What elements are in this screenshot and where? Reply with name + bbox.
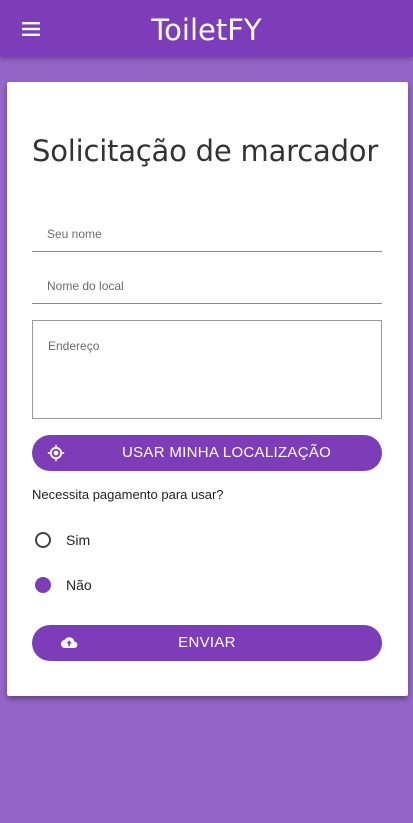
app-bar: ToiletFY <box>0 0 413 57</box>
address-field <box>32 320 382 419</box>
name-field <box>32 217 382 252</box>
place-name-input[interactable] <box>32 269 382 303</box>
form-title: Solicitação de marcador <box>32 134 379 168</box>
submit-button[interactable]: ENVIAR <box>32 625 382 661</box>
submit-label: ENVIAR <box>178 634 236 651</box>
use-my-location-button[interactable]: USAR MINHA LOCALIZAÇÃO <box>32 435 382 471</box>
radio-checked-icon[interactable] <box>35 577 51 593</box>
place-name-field <box>32 269 382 304</box>
payment-question: Necessita pagamento para usar? <box>32 487 224 502</box>
use-my-location-label: USAR MINHA LOCALIZAÇÃO <box>122 444 332 461</box>
radio-unchecked-icon[interactable] <box>35 532 51 548</box>
address-textarea[interactable] <box>33 321 381 418</box>
request-form-card: Solicitação de marcador USAR MINHA LOCAL… <box>7 82 408 696</box>
app-title: ToiletFY <box>151 13 262 47</box>
gps-location-icon <box>47 444 65 462</box>
payment-option-label: Sim <box>66 532 91 548</box>
payment-option-label: Não <box>66 577 92 593</box>
name-input[interactable] <box>32 217 382 251</box>
